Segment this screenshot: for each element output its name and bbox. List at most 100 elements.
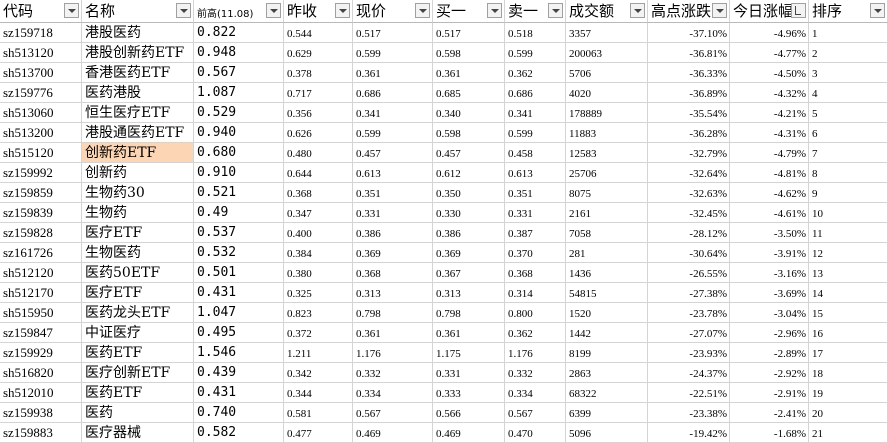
cell-code[interactable]: sh516820: [0, 363, 82, 383]
cell-prev_close[interactable]: 0.400: [284, 223, 353, 243]
table-row[interactable]: sh512120 医药50ETF 0.501 0.380 0.368 0.367 0.368…: [0, 263, 888, 283]
table-row[interactable]: sh513120 港股创新药ETF 0.948 0.629 0.599 0.598 0.59…: [0, 43, 888, 63]
cell-code[interactable]: sz159992: [0, 163, 82, 183]
cell-day_change[interactable]: -2.92%: [730, 363, 809, 383]
column-header-volume[interactable]: 成交额: [566, 0, 648, 23]
cell-drawdown[interactable]: -36.33%: [648, 63, 730, 83]
table-row[interactable]: sz161726 生物医药 0.532 0.384 0.369 0.369 0.370 281…: [0, 243, 888, 263]
cell-ask1[interactable]: 0.470: [505, 423, 566, 443]
cell-ask1[interactable]: 0.341: [505, 103, 566, 123]
table-row[interactable]: sh512170 医疗ETF 0.431 0.325 0.313 0.313 0.314 54…: [0, 283, 888, 303]
cell-rank[interactable]: 17: [809, 343, 888, 363]
column-header-high[interactable]: 前高(11.08): [194, 0, 284, 23]
cell-ask1[interactable]: 0.599: [505, 43, 566, 63]
cell-bid1[interactable]: 0.331: [433, 363, 505, 383]
table-row[interactable]: sz159718 港股医药 0.822 0.544 0.517 0.517 0.518 335…: [0, 23, 888, 43]
cell-name[interactable]: 医药: [82, 403, 194, 423]
cell-name[interactable]: 医疗ETF: [82, 223, 194, 243]
cell-code[interactable]: sz159839: [0, 203, 82, 223]
cell-rank[interactable]: 7: [809, 143, 888, 163]
cell-price[interactable]: 0.361: [353, 63, 433, 83]
table-row[interactable]: sh513200 港股通医药ETF 0.940 0.626 0.599 0.598 0.59…: [0, 123, 888, 143]
cell-ask1[interactable]: 0.567: [505, 403, 566, 423]
cell-ask1[interactable]: 0.370: [505, 243, 566, 263]
cell-code[interactable]: sz159776: [0, 83, 82, 103]
cell-prev_close[interactable]: 0.823: [284, 303, 353, 323]
cell-code[interactable]: sz159859: [0, 183, 82, 203]
cell-price[interactable]: 0.368: [353, 263, 433, 283]
cell-name[interactable]: 创新药ETF: [82, 143, 194, 163]
cell-bid1[interactable]: 0.517: [433, 23, 505, 43]
cell-name[interactable]: 生物药30: [82, 183, 194, 203]
cell-volume[interactable]: 8199: [566, 343, 648, 363]
cell-rank[interactable]: 3: [809, 63, 888, 83]
cell-bid1[interactable]: 0.361: [433, 63, 505, 83]
column-header-ask1[interactable]: 卖一: [505, 0, 566, 23]
cell-high[interactable]: 1.047: [194, 303, 284, 323]
cell-rank[interactable]: 13: [809, 263, 888, 283]
cell-name[interactable]: 生物药: [82, 203, 194, 223]
table-row[interactable]: sz159992 创新药 0.910 0.644 0.613 0.612 0.613 2570…: [0, 163, 888, 183]
cell-prev_close[interactable]: 0.342: [284, 363, 353, 383]
cell-price[interactable]: 0.332: [353, 363, 433, 383]
cell-day_change[interactable]: -4.50%: [730, 63, 809, 83]
table-row[interactable]: sz159883 医疗器械 0.582 0.477 0.469 0.469 0.470 509…: [0, 423, 888, 443]
cell-ask1[interactable]: 0.334: [505, 383, 566, 403]
cell-volume[interactable]: 281: [566, 243, 648, 263]
filter-dropdown-icon[interactable]: [630, 3, 645, 18]
cell-price[interactable]: 0.369: [353, 243, 433, 263]
cell-prev_close[interactable]: 0.325: [284, 283, 353, 303]
cell-prev_close[interactable]: 0.380: [284, 263, 353, 283]
cell-high[interactable]: 0.537: [194, 223, 284, 243]
cell-prev_close[interactable]: 0.368: [284, 183, 353, 203]
cell-price[interactable]: 0.386: [353, 223, 433, 243]
filter-dropdown-icon[interactable]: [712, 3, 727, 18]
table-row[interactable]: sz159776 医药港股 1.087 0.717 0.686 0.685 0.686 402…: [0, 83, 888, 103]
cell-high[interactable]: 0.567: [194, 63, 284, 83]
cell-drawdown[interactable]: -32.79%: [648, 143, 730, 163]
cell-drawdown[interactable]: -35.54%: [648, 103, 730, 123]
cell-day_change[interactable]: -3.04%: [730, 303, 809, 323]
cell-ask1[interactable]: 0.686: [505, 83, 566, 103]
cell-high[interactable]: 0.495: [194, 323, 284, 343]
cell-prev_close[interactable]: 0.629: [284, 43, 353, 63]
cell-drawdown[interactable]: -32.64%: [648, 163, 730, 183]
column-header-bid1[interactable]: 买一: [433, 0, 505, 23]
filter-dropdown-icon[interactable]: [415, 3, 430, 18]
cell-name[interactable]: 医药50ETF: [82, 263, 194, 283]
cell-prev_close[interactable]: 0.384: [284, 243, 353, 263]
column-header-code[interactable]: 代码: [0, 0, 82, 23]
cell-name[interactable]: 医药ETF: [82, 383, 194, 403]
cell-day_change[interactable]: -2.91%: [730, 383, 809, 403]
cell-price[interactable]: 0.798: [353, 303, 433, 323]
cell-day_change[interactable]: -2.89%: [730, 343, 809, 363]
cell-high[interactable]: 1.546: [194, 343, 284, 363]
cell-high[interactable]: 0.740: [194, 403, 284, 423]
cell-code[interactable]: sh512170: [0, 283, 82, 303]
cell-prev_close[interactable]: 0.626: [284, 123, 353, 143]
cell-price[interactable]: 0.341: [353, 103, 433, 123]
cell-price[interactable]: 0.613: [353, 163, 433, 183]
cell-ask1[interactable]: 0.368: [505, 263, 566, 283]
cell-day_change[interactable]: -4.32%: [730, 83, 809, 103]
table-row[interactable]: sh513060 恒生医疗ETF 0.529 0.356 0.341 0.340 0.341…: [0, 103, 888, 123]
filter-dropdown-icon[interactable]: [176, 3, 191, 18]
cell-code[interactable]: sz159883: [0, 423, 82, 443]
cell-price[interactable]: 0.361: [353, 323, 433, 343]
cell-rank[interactable]: 2: [809, 43, 888, 63]
cell-volume[interactable]: 54815: [566, 283, 648, 303]
table-row[interactable]: sh516820 医疗创新ETF 0.439 0.342 0.332 0.331 0.332…: [0, 363, 888, 383]
cell-bid1[interactable]: 0.469: [433, 423, 505, 443]
cell-day_change[interactable]: -3.69%: [730, 283, 809, 303]
cell-high[interactable]: 0.822: [194, 23, 284, 43]
cell-high[interactable]: 0.910: [194, 163, 284, 183]
cell-prev_close[interactable]: 0.344: [284, 383, 353, 403]
cell-code[interactable]: sh513700: [0, 63, 82, 83]
cell-drawdown[interactable]: -32.63%: [648, 183, 730, 203]
cell-high[interactable]: 0.680: [194, 143, 284, 163]
cell-ask1[interactable]: 0.331: [505, 203, 566, 223]
cell-name[interactable]: 医药龙头ETF: [82, 303, 194, 323]
cell-drawdown[interactable]: -37.10%: [648, 23, 730, 43]
cell-high[interactable]: 0.532: [194, 243, 284, 263]
cell-code[interactable]: sz159938: [0, 403, 82, 423]
